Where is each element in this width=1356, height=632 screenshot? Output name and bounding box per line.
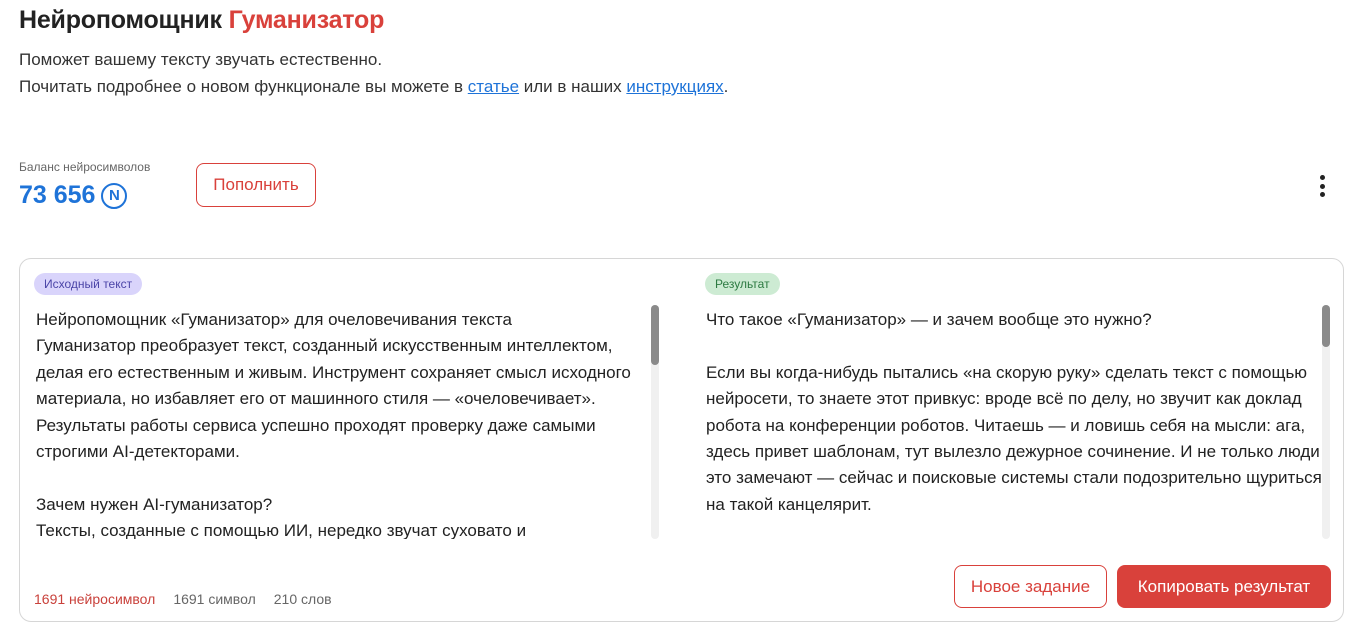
balance-amount: 73 656 <box>19 181 96 209</box>
result-text-output[interactable]: Что такое «Гуманизатор» — и зачем вообще… <box>706 307 1324 539</box>
result-scrollbar-thumb[interactable] <box>1322 305 1330 347</box>
title-prefix: Нейропомощник <box>19 6 229 34</box>
more-vertical-icon[interactable] <box>1312 172 1332 200</box>
balance-label: Баланс нейросимволов <box>19 160 151 174</box>
source-scrollbar-thumb[interactable] <box>651 305 659 365</box>
more-dot <box>1319 175 1325 180</box>
source-text-input[interactable]: Нейропомощник «Гуманизатор» для очеловеч… <box>36 307 646 539</box>
text-stats: 1691 нейросимвол 1691 символ 210 слов <box>34 591 332 607</box>
source-scrollbar[interactable] <box>651 305 659 539</box>
result-badge: Результат <box>705 273 780 295</box>
more-dot <box>1319 192 1325 197</box>
subtitle-text-after: . <box>723 77 729 96</box>
copy-result-button[interactable]: Копировать результат <box>1117 565 1331 608</box>
result-scrollbar[interactable] <box>1322 305 1330 539</box>
humanizer-editor: Исходный текст Результат Нейропомощник «… <box>19 258 1344 622</box>
subtitle-line-2: Почитать подробнее о новом функционале в… <box>19 73 728 100</box>
subtitle-line-1: Поможет вашему тексту звучать естественн… <box>19 50 383 69</box>
neurosymbol-coin-icon: N <box>101 182 128 209</box>
more-dot <box>1319 183 1325 189</box>
symbol-count: 1691 символ <box>173 591 256 607</box>
topup-button[interactable]: Пополнить <box>196 163 316 207</box>
word-count: 210 слов <box>273 591 332 607</box>
source-text-badge: Исходный текст <box>34 273 143 295</box>
page-subtitle: Поможет вашему тексту звучать естественн… <box>19 46 728 100</box>
balance-value: 73 656 N <box>19 181 128 210</box>
subtitle-text-before: Почитать подробнее о новом функционале в… <box>19 77 468 96</box>
title-accent: Гуманизатор <box>228 6 385 34</box>
new-task-button[interactable]: Новое задание <box>954 565 1107 608</box>
article-link[interactable]: статье <box>468 77 519 96</box>
humanizer-page: Нейропомощник Гуманизатор Поможет вашему… <box>0 0 1356 632</box>
neuro-symbol-count: 1691 нейросимвол <box>34 591 156 607</box>
subtitle-text-middle: или в наших <box>519 77 627 96</box>
page-title: Нейропомощник Гуманизатор <box>19 6 384 35</box>
instructions-link[interactable]: инструкциях <box>626 77 723 96</box>
